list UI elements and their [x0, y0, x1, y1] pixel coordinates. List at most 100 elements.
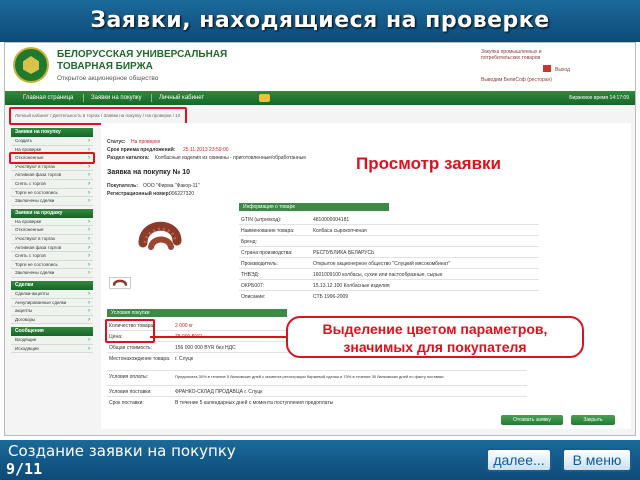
sidebar-item-sale-rejected[interactable]: Отклоненные: [11, 226, 93, 235]
nav-divider: [83, 94, 84, 102]
sidebar-item-active-phase[interactable]: Активная фаза торгов: [11, 171, 93, 180]
sidebar-item-sale-failed[interactable]: Торги не состоялись: [11, 260, 93, 270]
terms-value-payment: Предоплата 30% в течение 5 банковских дн…: [175, 374, 444, 379]
sidebar-item-inbox[interactable]: Входящие: [11, 336, 93, 345]
info-label-name: Наименование товара:: [241, 228, 295, 234]
info-value-okrb: 15.13.12.100 Колбасные изделия: [313, 283, 390, 289]
product-thumbnail-icon[interactable]: [109, 277, 131, 289]
sidebar-item-contracts[interactable]: Договоры: [11, 315, 93, 325]
buyer-value: ООО "Фирма "Факор-11": [143, 183, 200, 189]
info-label-description: Описание:: [241, 294, 266, 300]
nav-cabinet[interactable]: Личный кабинет: [159, 91, 204, 105]
sidebar-item-sale-trading[interactable]: Участвуют в торгах: [11, 234, 93, 244]
header-link-purchase-2[interactable]: потребительских товаров: [481, 55, 540, 61]
row-divider: [107, 370, 527, 371]
callout-line1: Выделение цветом параметров,: [322, 321, 548, 337]
footer-title: Создание заявки на покупку: [8, 442, 236, 460]
terms-value-term: В течение 5 календарных дней с момента п…: [175, 400, 334, 406]
next-button[interactable]: далее...: [486, 448, 552, 472]
row-divider: [239, 224, 539, 225]
info-value-tnved: 1601009100 колбасы, сухие или пастообраз…: [313, 272, 443, 278]
nav-divider: [151, 94, 152, 102]
nav-home[interactable]: Главная страница: [23, 91, 73, 105]
sidebar-section-sale[interactable]: Заявки на продажу: [11, 208, 93, 218]
status-value: На проверке: [131, 139, 161, 145]
sausage-image-icon: [138, 221, 182, 250]
site-header: БЕЛОРУССКАЯ УНИВЕРСАЛЬНАЯ ТОВАРНАЯ БИРЖА…: [5, 43, 635, 91]
sidebar: Заявки на покупку Создать На проверке От…: [11, 125, 93, 429]
sidebar-item-accepts[interactable]: акцепты: [11, 307, 93, 316]
deadline-label: Срок приема предложений:: [107, 147, 176, 153]
info-label-country: Страна производства:: [241, 250, 293, 256]
row-divider: [239, 246, 539, 247]
callout-box: Выделение цветом параметров, значимых дл…: [286, 316, 584, 358]
main-nav: Главная страница Заявки на покупку Личны…: [5, 91, 635, 105]
close-button[interactable]: Закрыть: [571, 415, 615, 425]
sidebar-on-review-highlight: [9, 152, 95, 164]
purchase-terms-header: Условия покупки: [107, 309, 287, 317]
sidebar-section-deals[interactable]: Сделки: [11, 280, 93, 290]
info-value-gtin: 4810000004181: [313, 217, 350, 223]
info-value-country: РЕСПУБЛИКА БЕЛАРУСЬ: [313, 250, 375, 256]
sidebar-item-deal-accepts[interactable]: Сделки-акцепты: [11, 289, 93, 299]
order-heading: Заявка на покупку № 10: [107, 169, 191, 176]
sidebar-item-sale-review[interactable]: На проверке: [11, 217, 93, 227]
nav-go-icon[interactable]: [259, 94, 270, 102]
sidebar-item-failed[interactable]: Торги не состоялись: [11, 188, 93, 198]
info-label-brand: Бренд:: [241, 239, 257, 245]
sidebar-item-annulled[interactable]: Аннулированные сделки: [11, 298, 93, 308]
callout-line2: значимых для покупателя: [343, 339, 527, 355]
footer-page-number: 9/11: [6, 460, 43, 478]
slide-footer: Создание заявки на покупку 9/11 далее...…: [0, 440, 640, 480]
status-label: Статус:: [107, 139, 126, 145]
sidebar-item-withdrawn[interactable]: Снять с торгов: [11, 179, 93, 189]
slide-title: Заявки, находящиеся на проверке: [0, 0, 640, 42]
exchange-logo-icon[interactable]: [13, 47, 49, 83]
withdraw-order-button[interactable]: Отозвать заявку: [501, 415, 563, 425]
sidebar-item-sale-active[interactable]: Активная фаза торгов: [11, 243, 93, 253]
logo-title-line1: БЕЛОРУССКАЯ УНИВЕРСАЛЬНАЯ: [57, 49, 228, 60]
terms-value-delivery: ФРАНКО-СКЛАД ПРОДАВЦА г. Слуцк: [175, 389, 263, 395]
sidebar-item-sale-withdrawn[interactable]: Снять с торгов: [11, 252, 93, 261]
info-label-tnved: ТНВЭД:: [241, 272, 260, 278]
sidebar-item-outbox[interactable]: Исходящие: [11, 344, 93, 354]
callout-pointer: [150, 336, 286, 338]
reg-number-value: 006227320: [169, 191, 195, 197]
row-divider: [239, 290, 539, 291]
flag-icon: [543, 65, 551, 72]
sidebar-item-create[interactable]: Создать: [11, 137, 93, 146]
deadline-value: 25.11.2013 23:59:00: [183, 147, 229, 153]
catalog-section-value: Колбасные изделия из свинины - приготовл…: [155, 155, 307, 161]
menu-button[interactable]: В меню: [562, 448, 632, 472]
terms-value-quantity: 2 000 кг: [175, 323, 193, 329]
logo-title-line2: ТОВАРНАЯ БИРЖА: [57, 61, 153, 72]
nav-orders[interactable]: Заявки на покупку: [91, 91, 142, 105]
row-divider: [107, 396, 527, 397]
row-divider: [107, 385, 527, 386]
catalog-section-label: Раздел каталога:: [107, 155, 150, 161]
website-screenshot: БЕЛОРУССКАЯ УНИВЕРСАЛЬНАЯ ТОВАРНАЯ БИРЖА…: [4, 42, 636, 436]
terms-value-total: 156 000 000 BYR без НДС: [175, 345, 236, 351]
header-link-user[interactable]: Выводим БелиСоф (ресторан): [481, 77, 552, 83]
terms-label-total: Общая стоимость:: [109, 345, 153, 351]
terms-label-payment: Условия оплаты:: [109, 374, 148, 380]
info-value-name: Колбаса сырокопченая: [313, 228, 367, 234]
sidebar-item-sale-deals[interactable]: Заключены сделки: [11, 269, 93, 278]
info-value-maker: Открытое акционерное общество "Слуцкий м…: [313, 261, 451, 267]
row-divider: [239, 268, 539, 269]
logo-subtitle: Открытое акционерное общество: [57, 75, 159, 82]
info-value-description: СТБ 1996-2009: [313, 294, 349, 300]
key-terms-highlight: [105, 319, 155, 343]
sidebar-section-messages[interactable]: Сообщения: [11, 327, 93, 337]
header-link-logout[interactable]: Выход: [555, 67, 570, 73]
terms-label-location: Местонахождение товара:: [109, 356, 171, 362]
buyer-label: Покупатель:: [107, 183, 138, 189]
info-label-maker: Производитель:: [241, 261, 278, 267]
terms-label-term: Срок поставки:: [109, 400, 144, 406]
row-divider: [239, 235, 539, 236]
exchange-time: Биржевое время 14:17:09: [569, 95, 629, 101]
sidebar-item-in-trading[interactable]: Участвуют в торгах: [11, 162, 93, 172]
sidebar-item-deals[interactable]: Заключены сделки: [11, 197, 93, 206]
info-label-okrb: ОКРБ007:: [241, 283, 265, 289]
sidebar-section-purchase[interactable]: Заявки на покупку: [11, 128, 93, 137]
